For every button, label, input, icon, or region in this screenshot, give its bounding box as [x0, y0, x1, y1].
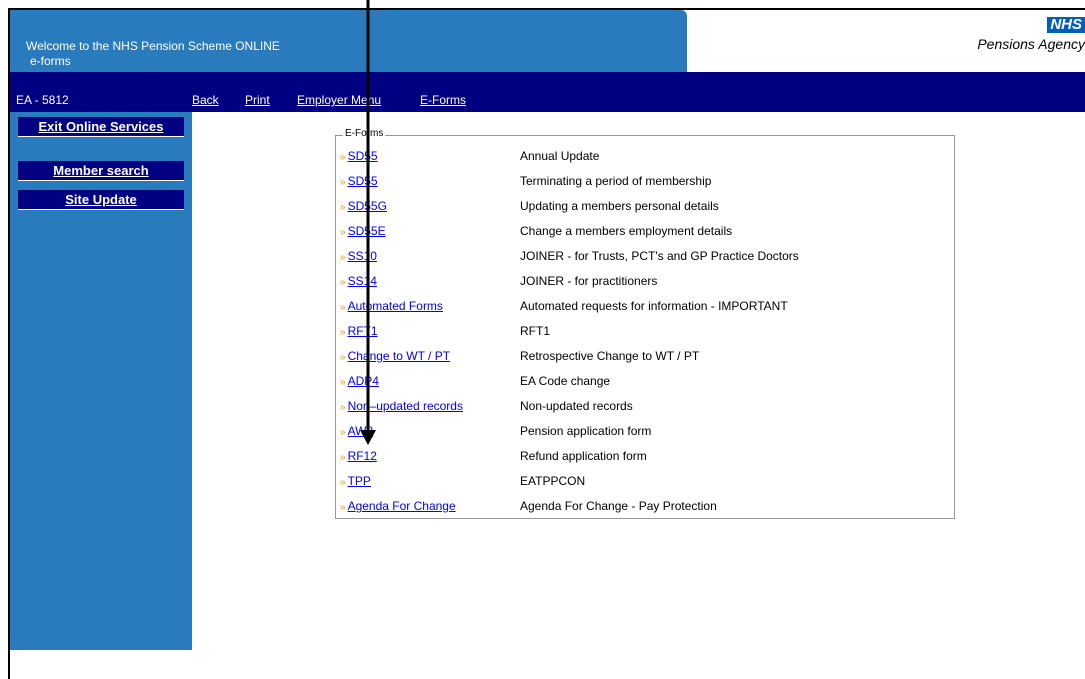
nav-print-link[interactable]: Print	[245, 93, 270, 107]
sidebar: Exit Online Services Member search Site …	[10, 112, 192, 650]
bullet-icon: »	[340, 177, 346, 188]
eform-row: » AW8 Pension application form	[340, 424, 651, 448]
bullet-icon: »	[340, 227, 346, 238]
nhs-logo: NHS	[1047, 17, 1085, 33]
eform-description: Automated requests for information - IMP…	[520, 299, 788, 313]
eform-description: Updating a members personal details	[520, 199, 719, 213]
eform-row: » TPP EATPPCON	[340, 474, 585, 498]
eform-description: JOINER - for practitioners	[520, 274, 658, 288]
exit-online-services-button[interactable]: Exit Online Services	[18, 117, 184, 137]
eform-description: RFT1	[520, 324, 550, 338]
bullet-icon: »	[340, 152, 346, 163]
eform-link[interactable]: SD55E	[348, 224, 386, 238]
eform-link[interactable]: Automated Forms	[348, 299, 443, 313]
eform-description: Agenda For Change - Pay Protection	[520, 499, 717, 513]
eform-link[interactable]: Change to WT / PT	[348, 349, 451, 363]
eform-description: Pension application form	[520, 424, 652, 438]
bullet-icon: »	[340, 327, 346, 338]
agency-name: Pensions Agency	[977, 36, 1085, 52]
eform-link[interactable]: SS14	[348, 274, 377, 288]
bullet-icon: »	[340, 202, 346, 213]
bullet-icon: »	[340, 277, 346, 288]
nav-bar: EA - 5812 Back Print Employer Menu E-For…	[10, 72, 1085, 112]
eform-row: » SS10 JOINER - for Trusts, PCT's and GP P…	[340, 249, 799, 273]
eform-link[interactable]: SS10	[348, 249, 377, 263]
eform-description: Change a members employment details	[520, 224, 733, 238]
eforms-legend: E-Forms	[343, 128, 386, 139]
eform-row: » RFT1 RFT1	[340, 324, 550, 348]
eform-description: EATPPCON	[520, 474, 586, 488]
eform-link[interactable]: Agenda For Change	[348, 499, 456, 513]
eform-row: » Non–updated records Non-updated records	[340, 399, 633, 423]
eform-row: » SD55 Terminating a period of membership	[340, 174, 711, 198]
eform-description: Non-updated records	[520, 399, 633, 413]
eform-link[interactable]: Non–updated records	[348, 399, 463, 413]
eform-description: Refund application form	[520, 449, 647, 463]
eform-row: » Change to WT / PT Retrospective Change t…	[340, 349, 699, 373]
eform-row: » SD55 Annual Update	[340, 149, 599, 173]
eform-row: » Automated Forms Automated requests for i…	[340, 299, 788, 323]
bullet-icon: »	[340, 302, 346, 313]
eform-description: Annual Update	[520, 149, 600, 163]
bullet-icon: »	[340, 352, 346, 363]
eform-row: » RF12 Refund application form	[340, 449, 647, 473]
header-banner: Welcome to the NHS Pension Scheme ONLINE…	[10, 10, 687, 72]
eform-row: » SS14 JOINER - for practitioners	[340, 274, 657, 298]
header-title: Welcome to the NHS Pension Scheme ONLINE…	[26, 39, 280, 69]
eform-description: Retrospective Change to WT / PT	[520, 349, 700, 363]
eform-link[interactable]: TPP	[348, 474, 371, 488]
eform-row: » ADP4 EA Code change	[340, 374, 610, 398]
header-title-line1: Welcome to the NHS Pension Scheme ONLINE	[26, 39, 280, 53]
eform-link[interactable]: SD55G	[348, 199, 387, 213]
header-title-line2: e-forms	[30, 54, 71, 68]
bullet-icon: »	[340, 452, 346, 463]
eform-link[interactable]: ADP4	[348, 374, 379, 388]
eform-row: » Agenda For Change Agenda For Change - Pa…	[340, 499, 717, 523]
bullet-icon: »	[340, 427, 346, 438]
nhs-logo-area: NHS Pensions Agency	[885, 16, 1085, 52]
bullet-icon: »	[340, 252, 346, 263]
site-update-button[interactable]: Site Update	[18, 190, 184, 210]
bullet-icon: »	[340, 377, 346, 388]
nav-back-link[interactable]: Back	[192, 93, 219, 107]
eform-link[interactable]: RF12	[348, 449, 377, 463]
bullet-icon: »	[340, 502, 346, 513]
eform-link[interactable]: RFT1	[348, 324, 378, 338]
eform-link[interactable]: SD55	[348, 174, 378, 188]
eform-link[interactable]: SD55	[348, 149, 378, 163]
bullet-icon: »	[340, 477, 346, 488]
eform-description: EA Code change	[520, 374, 611, 388]
bullet-icon: »	[340, 402, 346, 413]
eform-link[interactable]: AW8	[348, 424, 374, 438]
nav-employer-menu-link[interactable]: Employer Menu	[297, 93, 381, 107]
nav-eforms-link[interactable]: E-Forms	[420, 93, 466, 107]
eform-description: Terminating a period of membership	[520, 174, 712, 188]
member-search-button[interactable]: Member search	[18, 161, 184, 181]
eform-description: JOINER - for Trusts, PCT's and GP Practi…	[520, 249, 799, 263]
eform-row: » SD55E Change a members employment detail…	[340, 224, 732, 248]
eform-row: » SD55G Updating a members personal detail…	[340, 199, 719, 223]
ea-code: EA - 5812	[16, 93, 69, 107]
